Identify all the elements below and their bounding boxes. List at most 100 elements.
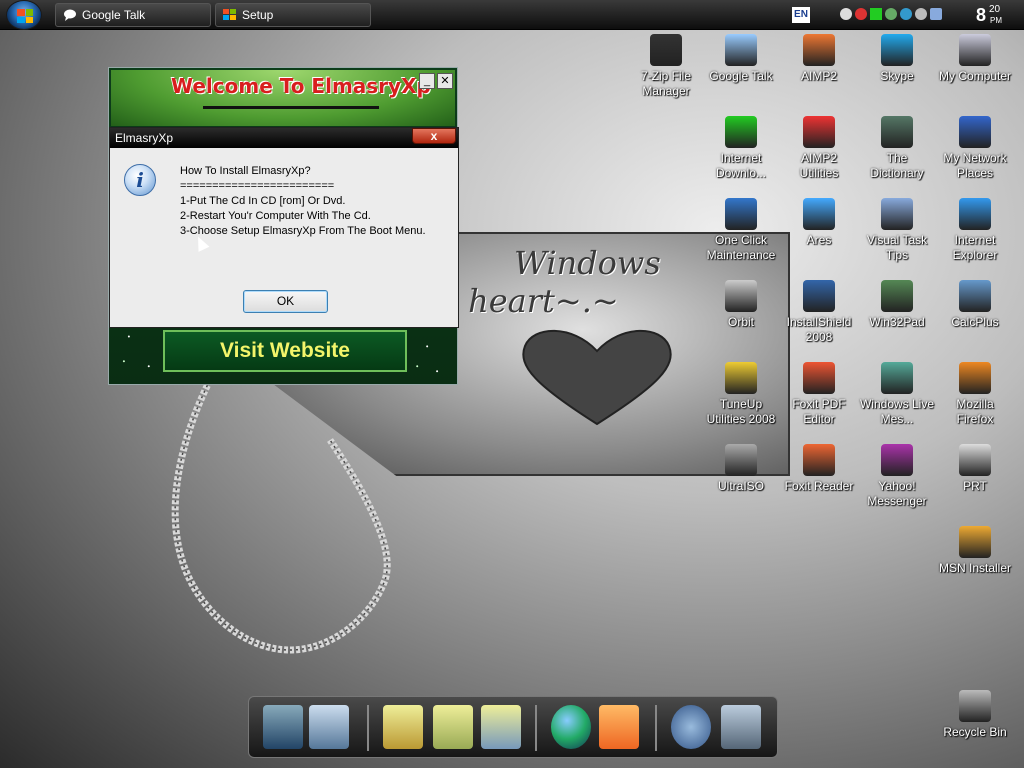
message-line: ======================== (180, 180, 335, 192)
welcome-banner: Welcome To ElmasryXp (111, 70, 455, 126)
windows-logo-icon (17, 9, 33, 23)
chat-bubble-icon (64, 9, 76, 21)
desktop-icon[interactable]: Win32Pad (859, 280, 935, 330)
tuneup-icon (725, 362, 757, 394)
desktop-icon-label: TuneUp Utilities 2008 (706, 397, 776, 426)
desktop-icon[interactable]: 7-Zip File Manager (628, 34, 704, 99)
ares-icon (803, 198, 835, 230)
desktop-icon[interactable]: Foxit PDF Editor (781, 362, 857, 427)
globe-icon[interactable] (551, 705, 591, 749)
tray-chat-icon[interactable] (915, 8, 927, 20)
desktop-icon[interactable]: MSN Installer (937, 526, 1013, 576)
clock-ampm: PM (990, 16, 1002, 25)
language-indicator[interactable]: EN (792, 7, 810, 23)
taskbar-button-google-talk[interactable]: Google Talk (55, 3, 211, 27)
desktop-icon[interactable]: PRT (937, 444, 1013, 494)
heart-icon (522, 329, 672, 426)
desktop-icon-label: MSN Installer (938, 561, 1012, 575)
tray-flag-icon[interactable] (870, 8, 882, 20)
system-tray (840, 8, 942, 20)
dock-separator (367, 705, 369, 751)
display-settings-icon[interactable] (263, 705, 303, 749)
desktop-icon[interactable]: Windows Live Mes... (859, 362, 935, 427)
tray-stop-icon[interactable] (855, 8, 867, 20)
msn-icon (959, 526, 991, 558)
desktop-icon[interactable]: AIMP2 (781, 34, 857, 84)
taskbar-button-label: Setup (242, 8, 274, 22)
desktop-icon-label: PRT (963, 479, 987, 493)
visit-website-button[interactable]: Visit Website (163, 330, 407, 372)
desktop-icon[interactable]: Internet Explorer (937, 198, 1013, 263)
desktop-icon-label: Foxit Reader (784, 479, 854, 493)
desktop-icon[interactable]: CalcPlus (937, 280, 1013, 330)
desktop-icon[interactable]: InstallShield 2008 (781, 280, 857, 345)
settings-gears-icon[interactable] (671, 705, 711, 749)
desktop-icon[interactable]: The Dictionary (859, 116, 935, 181)
desktop-icon[interactable]: Ares (781, 198, 857, 248)
yahoo-messenger-icon (881, 444, 913, 476)
install-dialog[interactable]: ElmasryXp x i How To Install ElmasryXp? … (109, 127, 459, 328)
taskbar-button-setup[interactable]: Setup (215, 3, 371, 27)
google-talk-icon (725, 34, 757, 66)
desktop-icon[interactable]: Foxit Reader (781, 444, 857, 494)
desktop-icon-label: Recycle Bin (943, 725, 1007, 739)
dialog-titlebar[interactable]: ElmasryXp (110, 128, 458, 148)
desktop-icon[interactable]: One Click Maintenance (703, 198, 779, 263)
computer-icon (959, 34, 991, 66)
close-button[interactable]: ✕ (437, 73, 453, 89)
trash-icon[interactable] (721, 705, 761, 749)
installshield-icon (803, 280, 835, 312)
welcome-title: Welcome To ElmasryXp (171, 74, 431, 98)
desktop-icon[interactable]: TuneUp Utilities 2008 (703, 362, 779, 427)
desktop-icon[interactable]: My Network Places (937, 116, 1013, 181)
desktop-icon[interactable]: Visual Task Tips (859, 198, 935, 263)
clock-hour: 8 (976, 5, 987, 25)
desktop-icon[interactable]: Internet Downlo... (703, 116, 779, 181)
desktop-icon-label: UltraISO (717, 479, 764, 493)
desktop-icon[interactable]: UltraISO (703, 444, 779, 494)
desktop-icon[interactable]: Mozilla Firefox (937, 362, 1013, 427)
pictures-folder-icon[interactable] (481, 705, 521, 749)
desktop-icon-label: Foxit PDF Editor (792, 397, 846, 426)
recycle-bin-icon (959, 690, 991, 722)
foxit-reader-icon (803, 444, 835, 476)
network-icon (959, 116, 991, 148)
desktop-icon[interactable]: Yahoo! Messenger (859, 444, 935, 509)
windows-logo-icon (223, 9, 236, 20)
ok-button[interactable]: OK (243, 290, 328, 313)
aimp2-utilities-icon (803, 116, 835, 148)
tray-network-icon[interactable] (930, 8, 942, 20)
desktop-icon[interactable]: Google Talk (703, 34, 779, 84)
start-button[interactable] (6, 0, 42, 30)
dialog-close-button[interactable]: x (412, 128, 456, 144)
desktop-icon[interactable]: Orbit (703, 280, 779, 330)
orbit-icon (725, 280, 757, 312)
computer-tools-icon[interactable] (309, 705, 349, 749)
wallpaper-text-windows: Windows (514, 244, 661, 282)
desktop-icon[interactable]: My Computer (937, 34, 1013, 84)
desktop-icon[interactable]: AIMP2 Utilities (781, 116, 857, 181)
prt-icon (959, 444, 991, 476)
desktop-icon-label: My Network Places (943, 151, 1007, 180)
folder-icon[interactable] (383, 705, 423, 749)
desktop-icon-label: My Computer (938, 69, 1012, 83)
message-line: 2-Restart You'r Computer With The Cd. (180, 210, 371, 222)
desktop-icon-label: AIMP2 (800, 69, 837, 83)
7zip-icon (650, 34, 682, 66)
tray-minus-icon[interactable] (840, 8, 852, 20)
tray-download-icon[interactable] (885, 8, 897, 20)
calculator-icon (959, 280, 991, 312)
documents-folder-icon[interactable] (433, 705, 473, 749)
dock (248, 696, 778, 758)
media-player-icon[interactable] (599, 705, 639, 749)
dialog-title: ElmasryXp (115, 131, 174, 145)
foxit-editor-icon (803, 362, 835, 394)
minimize-button[interactable]: _ (419, 73, 435, 89)
desktop-icon-label: 7-Zip File Manager (640, 69, 691, 98)
notepad-icon (881, 280, 913, 312)
desktop-icon[interactable]: Skype (859, 34, 935, 84)
desktop-icon-label: Internet Explorer (952, 233, 998, 262)
desktop-icon-label: Ares (806, 233, 832, 247)
tray-ares-icon[interactable] (900, 8, 912, 20)
desktop-icon[interactable]: Recycle Bin (937, 690, 1013, 740)
